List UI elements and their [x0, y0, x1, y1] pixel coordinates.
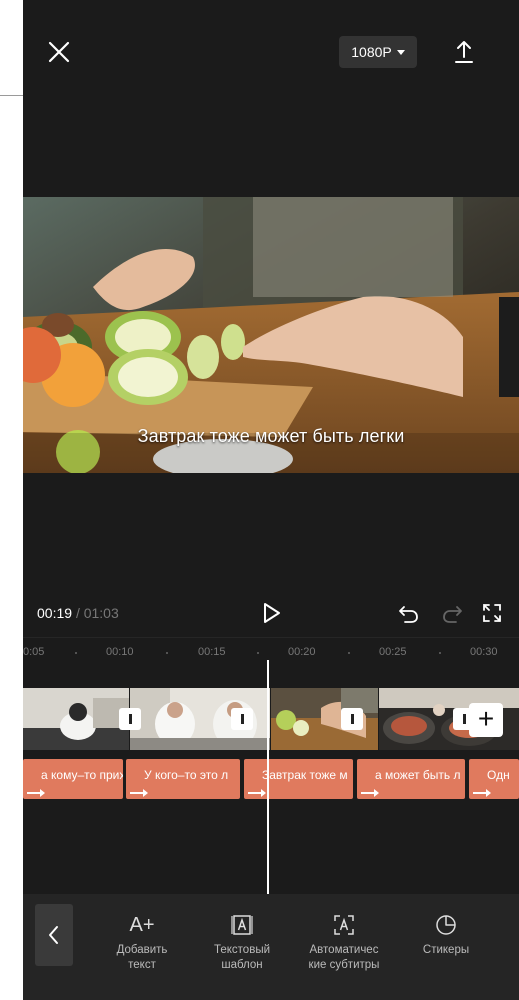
add-text-tool[interactable]: A+ Добавить текст [97, 912, 187, 973]
text-clip-label: а кому–то прих [41, 768, 123, 782]
text-clip-label: а может быть л [375, 768, 461, 782]
left-hairline [0, 95, 23, 96]
ruler-label: 00:25 [379, 646, 407, 658]
fullscreen-icon [483, 604, 501, 622]
play-icon [264, 603, 280, 623]
transition-icon [462, 714, 466, 724]
total-time: 01:03 [83, 605, 119, 621]
auto-subtitles-tool[interactable]: Автоматичес кие субтитры [299, 912, 389, 973]
auto-subtitles-icon [299, 912, 389, 938]
ruler-label: 00:20 [288, 646, 316, 658]
undo-button[interactable] [396, 600, 422, 626]
text-template-label: Текстовый шаблон [213, 944, 271, 971]
auto-subtitles-label: Автоматичес кие субтитры [308, 944, 380, 971]
text-template-icon [197, 912, 287, 938]
text-clip[interactable]: а может быть л [357, 759, 465, 799]
add-text-label: Добавить текст [116, 944, 168, 971]
time-separator: / [75, 605, 80, 621]
add-text-icon: A+ [129, 913, 155, 936]
close-icon [48, 41, 70, 63]
undo-icon [399, 606, 418, 623]
bottom-toolbar: A+ Добавить текст Текстовый шаблон Автомат… [23, 894, 519, 1000]
video-clip[interactable] [23, 688, 129, 750]
redo-button[interactable] [439, 600, 465, 626]
ruler-label: 00:10 [106, 646, 134, 658]
playhead[interactable] [267, 660, 269, 894]
ruler-label: 0:05 [23, 646, 45, 658]
ruler-label: 00:30 [470, 646, 498, 658]
ruler-dot [439, 652, 441, 654]
stickers-tool[interactable]: Стикеры [401, 912, 491, 958]
transition-icon [350, 714, 354, 724]
arrow-right-icon [130, 789, 148, 797]
fullscreen-button[interactable] [479, 600, 505, 626]
ruler-dot [75, 652, 77, 654]
time-display: 00:19 / 01:03 [37, 605, 119, 621]
text-clip[interactable]: а кому–то прих [23, 759, 123, 799]
export-button[interactable] [450, 38, 478, 66]
arrow-right-icon [361, 789, 379, 797]
video-track[interactable]: + [23, 688, 519, 750]
ruler-dot [166, 652, 168, 654]
current-time: 00:19 [37, 605, 73, 621]
ruler-dot [257, 652, 259, 654]
add-clip-button[interactable]: + [469, 703, 503, 737]
text-track[interactable]: а кому–то прих У кого–то это л Завтрак т… [23, 759, 519, 799]
video-preview[interactable]: Завтрак тоже может быть легки [23, 197, 519, 473]
text-clip[interactable]: Завтрак тоже м [244, 759, 353, 799]
plus-icon: + [477, 703, 495, 734]
clip-thumbnail [23, 688, 129, 750]
text-clip[interactable]: У кого–то это л [126, 759, 240, 799]
chevron-left-icon [49, 926, 58, 944]
editor-frame: 1080P Завтрак тоже может быть легки 00:1… [23, 0, 519, 1000]
stickers-label: Стикеры [422, 944, 470, 956]
text-clip-label: Одн [487, 768, 510, 782]
caret-down-icon [396, 50, 405, 55]
transition-button[interactable] [231, 708, 253, 730]
redo-icon [443, 606, 462, 623]
back-button[interactable] [35, 904, 73, 966]
top-bar: 1080P [23, 0, 519, 100]
timeline[interactable]: 0:05 00:10 00:15 00:20 00:25 00:30 + а к… [23, 637, 519, 895]
time-ruler: 0:05 00:10 00:15 00:20 00:25 00:30 [23, 646, 519, 662]
close-button[interactable] [45, 38, 73, 66]
video-subtitle: Завтрак тоже может быть легки [137, 426, 405, 446]
text-clip-label: Завтрак тоже м [262, 768, 348, 782]
play-button[interactable] [258, 600, 284, 626]
transition-button[interactable] [341, 708, 363, 730]
transition-button[interactable] [119, 708, 141, 730]
transition-icon [240, 714, 244, 724]
ruler-dot [348, 652, 350, 654]
text-clip[interactable]: Одн [469, 759, 519, 799]
transition-icon [128, 714, 132, 724]
sticker-icon [401, 912, 491, 938]
playback-controls: 00:19 / 01:03 [23, 598, 519, 628]
resolution-label: 1080P [351, 44, 392, 60]
arrow-right-icon [248, 789, 266, 797]
arrow-right-icon [27, 789, 45, 797]
upload-icon [455, 41, 473, 63]
arrow-right-icon [473, 789, 491, 797]
text-clip-label: У кого–то это л [144, 768, 229, 782]
resolution-button[interactable]: 1080P [339, 36, 417, 68]
ruler-label: 00:15 [198, 646, 226, 658]
text-template-tool[interactable]: Текстовый шаблон [197, 912, 287, 973]
